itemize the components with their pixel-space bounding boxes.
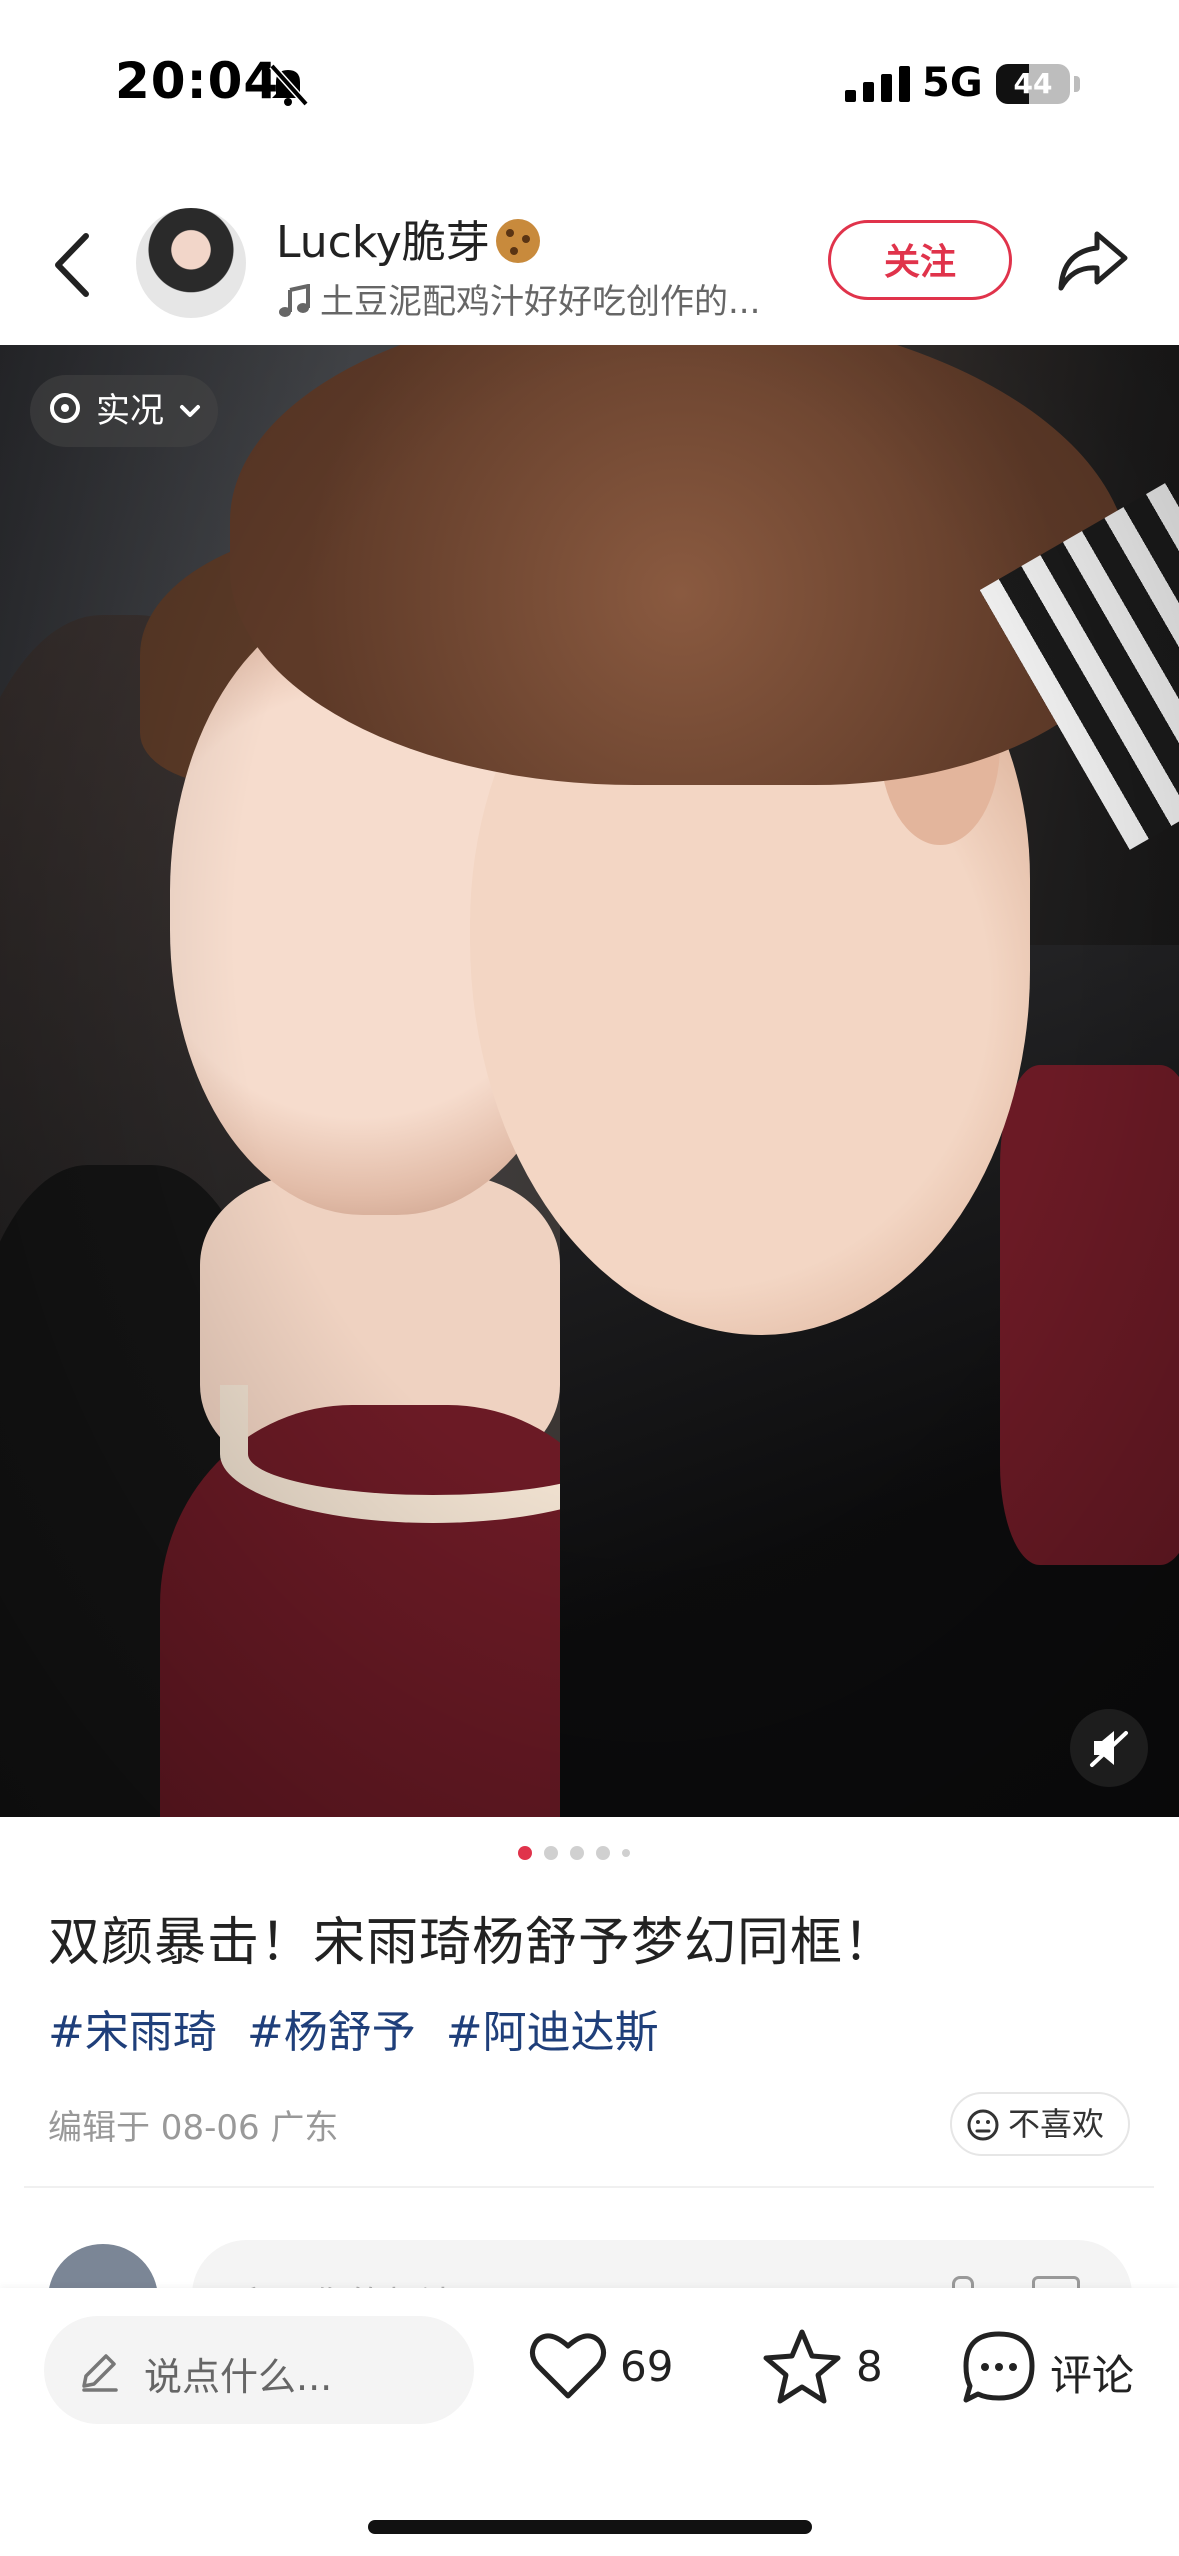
like-count: 69	[620, 2342, 674, 2391]
home-indicator	[368, 2520, 812, 2534]
mute-icon	[1090, 1731, 1128, 1767]
pagination-dot	[544, 1846, 558, 1860]
collect-button[interactable]: 8	[762, 2328, 892, 2418]
author-name[interactable]: Lucky脆芽	[276, 206, 540, 270]
post-title: 双颜暴击！宋雨琦杨舒予梦幻同框！	[48, 1913, 897, 1973]
heart-icon	[530, 2333, 606, 2399]
battery-nub	[1074, 76, 1080, 92]
pagination-dot-active	[518, 1846, 532, 1860]
collect-count: 8	[856, 2342, 883, 2391]
star-icon	[763, 2329, 841, 2404]
post-tags: #宋雨琦 #杨舒予 #阿迪达斯	[48, 1996, 675, 2060]
follow-button[interactable]: 关注	[828, 220, 1012, 300]
pagination-dot	[570, 1846, 584, 1860]
signal-icon	[845, 66, 910, 102]
hashtag-link[interactable]: #阿迪达斯	[446, 2007, 659, 2058]
pagination-dot	[596, 1846, 610, 1860]
bottom-action-bar: 说点什么... 69 8 评论	[0, 2288, 1179, 2556]
music-source[interactable]: 土豆泥配鸡汁好好吃创作的...	[278, 274, 760, 323]
share-icon[interactable]	[1055, 228, 1129, 294]
hashtag-link[interactable]: #宋雨琦	[48, 2007, 217, 2058]
dislike-label: 不喜欢	[1008, 2105, 1105, 2143]
bell-off-icon	[269, 63, 308, 106]
post-photo[interactable]: 实况	[0, 345, 1179, 1817]
comment-bubble-icon	[963, 2331, 1035, 2403]
sad-face-icon	[967, 2109, 999, 2141]
battery-icon: 44	[996, 64, 1070, 104]
network-label: 5G	[922, 60, 983, 106]
back-arrow-icon[interactable]	[48, 230, 98, 300]
dislike-button[interactable]: 不喜欢	[950, 2092, 1130, 2156]
say-placeholder: 说点什么...	[144, 2355, 333, 2399]
cookie-emoji	[495, 219, 540, 263]
music-text: 土豆泥配鸡汁好好吃创作的...	[320, 282, 761, 322]
author-name-text: Lucky脆芽	[276, 217, 490, 268]
author-avatar[interactable]	[136, 208, 246, 318]
live-photo-button[interactable]: 实况	[30, 375, 218, 447]
say-something-input[interactable]: 说点什么...	[44, 2316, 474, 2424]
like-button[interactable]: 69	[528, 2328, 688, 2418]
mute-button[interactable]	[1070, 1709, 1148, 1787]
pencil-icon	[82, 2354, 118, 2392]
comment-label: 评论	[1050, 2351, 1135, 2400]
battery-level: 44	[1013, 67, 1053, 100]
photo-vignette	[0, 345, 1179, 1817]
music-note-icon	[279, 283, 310, 317]
live-photo-icon	[50, 393, 80, 423]
status-bar: 20:04 5G 44	[0, 0, 1179, 170]
comment-button[interactable]: 评论	[960, 2328, 1140, 2418]
chevron-down-icon	[180, 405, 200, 417]
status-time: 20:04	[115, 52, 280, 110]
live-label: 实况	[96, 391, 164, 431]
hashtag-link[interactable]: #杨舒予	[247, 2007, 416, 2058]
pagination-dot	[622, 1849, 630, 1857]
post-header: Lucky脆芽 土豆泥配鸡汁好好吃创作的... 关注	[0, 190, 1179, 340]
divider	[24, 2186, 1154, 2188]
post-meta: 编辑于 08-06 广东	[48, 2108, 339, 2148]
